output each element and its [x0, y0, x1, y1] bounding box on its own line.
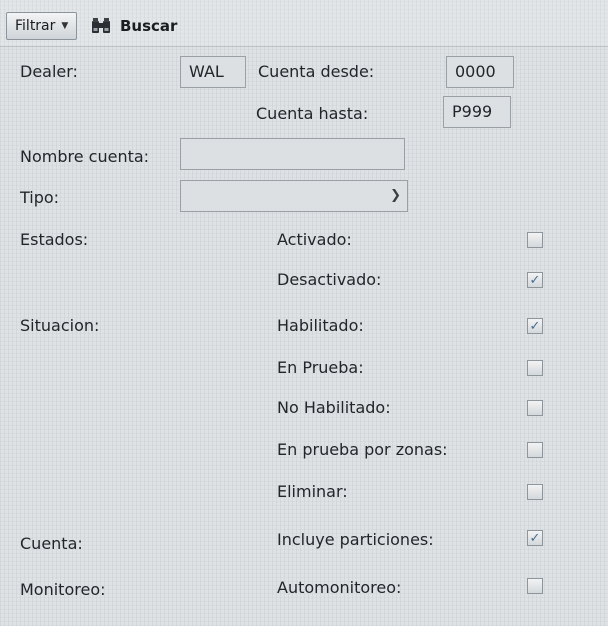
en-prueba-checkbox[interactable]	[527, 360, 543, 376]
cuenta-label: Cuenta:	[20, 534, 83, 553]
binoculars-icon	[92, 18, 110, 33]
eliminar-label: Eliminar:	[277, 482, 348, 501]
no-habilitado-label: No Habilitado:	[277, 398, 391, 417]
filter-button-label: Filtrar	[15, 18, 56, 34]
chevron-down-icon: ❯	[390, 188, 401, 203]
en-prueba-por-zonas-checkbox[interactable]	[527, 442, 543, 458]
cuenta-hasta-field[interactable]: P999	[443, 96, 511, 128]
check-icon: ✓	[529, 530, 541, 546]
incluye-particiones-checkbox[interactable]: ✓	[527, 530, 543, 546]
caret-down-icon: ▼	[61, 21, 69, 31]
en-prueba-por-zonas-label: En prueba por zonas:	[277, 440, 448, 459]
check-icon: ✓	[529, 318, 541, 334]
dealer-field[interactable]: WAL	[180, 56, 246, 88]
activado-label: Activado:	[277, 230, 352, 249]
activado-checkbox[interactable]	[527, 232, 543, 248]
eliminar-checkbox[interactable]	[527, 484, 543, 500]
cuenta-desde-label: Cuenta desde:	[258, 62, 375, 81]
situacion-label: Situacion:	[20, 316, 100, 335]
dealer-label: Dealer:	[20, 62, 78, 81]
habilitado-checkbox[interactable]: ✓	[527, 318, 543, 334]
nombre-cuenta-input[interactable]	[180, 138, 405, 170]
habilitado-label: Habilitado:	[277, 316, 364, 335]
monitoreo-label: Monitoreo:	[20, 580, 106, 599]
tipo-label: Tipo:	[20, 188, 60, 207]
filter-button[interactable]: Filtrar ▼	[6, 12, 78, 40]
estados-label: Estados:	[20, 230, 89, 249]
cuenta-desde-field[interactable]: 0000	[446, 56, 514, 88]
cuenta-hasta-label: Cuenta hasta:	[256, 104, 369, 123]
toolbar: Filtrar ▼ Buscar	[0, 0, 608, 47]
automonitoreo-label: Automonitoreo:	[277, 578, 402, 597]
check-icon: ✓	[529, 272, 541, 288]
no-habilitado-checkbox[interactable]	[527, 400, 543, 416]
en-prueba-label: En Prueba:	[277, 358, 364, 377]
incluye-particiones-label: Incluye particiones:	[277, 530, 434, 549]
search-button-label: Buscar	[120, 17, 178, 35]
automonitoreo-checkbox[interactable]	[527, 578, 543, 594]
nombre-cuenta-label: Nombre cuenta:	[20, 147, 150, 166]
search-button[interactable]: Buscar	[90, 12, 177, 40]
desactivado-label: Desactivado:	[277, 270, 382, 289]
desactivado-checkbox[interactable]: ✓	[527, 272, 543, 288]
tipo-select[interactable]: ❯	[180, 180, 408, 212]
